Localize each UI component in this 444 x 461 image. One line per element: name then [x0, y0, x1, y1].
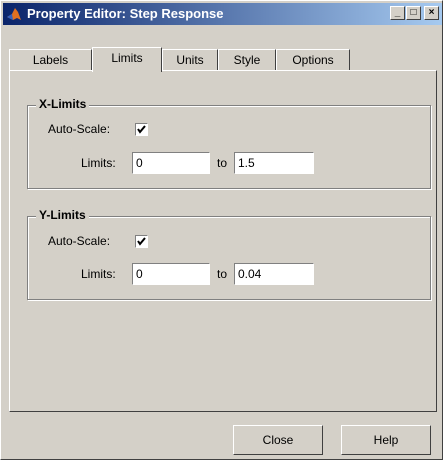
tab-options[interactable]: Options [276, 49, 350, 71]
y-to-label: to [217, 267, 228, 281]
x-limit-min-field[interactable]: 0 [132, 152, 210, 174]
tab-strip: Labels Limits Units Style Options [9, 47, 437, 72]
tab-style[interactable]: Style [218, 49, 276, 71]
checkmark-icon [137, 125, 146, 134]
window-title: Property Editor: Step Response [27, 6, 224, 21]
y-limits-group: Y-Limits [27, 208, 431, 300]
tab-units[interactable]: Units [162, 49, 218, 71]
property-editor-window: Property Editor: Step Response _ □ × Lab… [0, 0, 443, 460]
x-auto-scale-checkbox[interactable] [135, 123, 148, 136]
close-button[interactable]: Close [233, 425, 323, 455]
y-limit-max-field[interactable]: 0.04 [234, 263, 314, 285]
x-limits-group: X-Limits [27, 97, 431, 189]
y-limit-min-field[interactable]: 0 [132, 263, 210, 285]
tab-labels[interactable]: Labels [9, 49, 92, 71]
help-button[interactable]: Help [341, 425, 431, 455]
checkmark-icon [137, 237, 146, 246]
x-limits-title: X-Limits [36, 97, 90, 111]
tab-limits[interactable]: Limits [92, 47, 162, 72]
y-limits-title: Y-Limits [36, 208, 89, 222]
x-to-label: to [217, 156, 228, 170]
matlab-logo-icon [7, 8, 21, 20]
y-auto-scale-checkbox[interactable] [135, 235, 148, 248]
x-limits-label: Limits: [81, 156, 116, 170]
y-limits-label: Limits: [81, 267, 116, 281]
y-auto-scale-label: Auto-Scale: [48, 234, 111, 248]
close-window-button[interactable]: × [424, 6, 439, 20]
x-auto-scale-label: Auto-Scale: [48, 122, 111, 136]
minimize-button[interactable]: _ [390, 6, 405, 20]
maximize-button[interactable]: □ [406, 6, 421, 20]
title-bar[interactable]: Property Editor: Step Response _ □ × [3, 3, 442, 25]
x-limit-max-field[interactable]: 1.5 [234, 152, 314, 174]
